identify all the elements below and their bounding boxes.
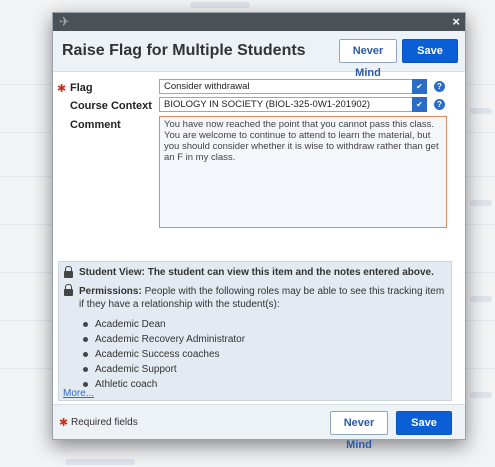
list-item: Academic Success coaches	[81, 347, 245, 362]
dialog-title: Raise Flag for Multiple Students	[62, 42, 306, 59]
more-link[interactable]: More...	[63, 388, 94, 399]
chevron-down-icon[interactable]: ✔	[412, 79, 427, 94]
never-mind-button[interactable]: Never Mind	[339, 39, 397, 79]
required-fields-note: Required fields	[71, 417, 138, 428]
dialog-footer: ✱ Required fields Never Mind Save	[53, 404, 465, 451]
help-icon[interactable]: ?	[434, 81, 445, 92]
list-item: Athletic coach	[81, 377, 245, 392]
flag-select[interactable]: Consider withdrawal ✔	[159, 79, 427, 94]
course-context-row: Course Context BIOLOGY IN SOCIETY (BIOL-…	[53, 97, 465, 113]
flag-row: ✱ Flag Consider withdrawal ✔ ?	[53, 79, 465, 95]
permissions-label: Permissions:	[79, 286, 142, 297]
help-icon[interactable]: ?	[434, 99, 445, 110]
pin-icon: ✈	[59, 14, 70, 29]
flag-label: Flag	[70, 82, 93, 94]
dialog-titlebar: ✈ ×	[53, 13, 465, 31]
save-button[interactable]: Save	[402, 39, 458, 63]
background-placeholder	[470, 200, 492, 206]
required-icon: ✱	[59, 417, 69, 429]
background-placeholder	[190, 2, 250, 8]
close-icon[interactable]: ×	[452, 14, 460, 30]
course-context-select[interactable]: BIOLOGY IN SOCIETY (BIOL-325-0W1-201902)…	[159, 97, 427, 112]
raise-flag-dialog: ✈ × Raise Flag for Multiple Students Nev…	[52, 12, 466, 451]
list-item: Academic Recovery Administrator	[81, 332, 245, 347]
background-placeholder	[65, 459, 135, 465]
permissions-text: Permissions: People with the following r…	[79, 285, 449, 311]
list-item: Academic Dean	[81, 317, 245, 332]
student-view-text: Student View: The student can view this …	[79, 267, 434, 278]
comment-label: Comment	[70, 119, 121, 131]
background-placeholder	[470, 108, 492, 114]
flag-select-value: Consider withdrawal	[164, 81, 250, 92]
comment-textarea[interactable]: You have now reached the point that you …	[159, 116, 447, 228]
lock-icon	[64, 266, 73, 278]
chevron-down-icon[interactable]: ✔	[412, 97, 427, 112]
background-placeholder	[470, 392, 492, 398]
course-context-value: BIOLOGY IN SOCIETY (BIOL-325-0W1-201902)	[164, 99, 371, 110]
course-context-label: Course Context	[70, 100, 152, 112]
dialog-header: Raise Flag for Multiple Students Never M…	[53, 31, 465, 79]
required-icon: ✱	[57, 83, 67, 95]
roles-list: Academic Dean Academic Recovery Administ…	[81, 317, 245, 392]
background-placeholder	[470, 296, 492, 302]
footer-never-mind-button[interactable]: Never Mind	[330, 411, 388, 451]
lock-icon	[64, 284, 73, 296]
list-item: Academic Support	[81, 362, 245, 377]
footer-save-button[interactable]: Save	[396, 411, 452, 435]
visibility-info-panel: Student View: The student can view this …	[58, 261, 452, 401]
